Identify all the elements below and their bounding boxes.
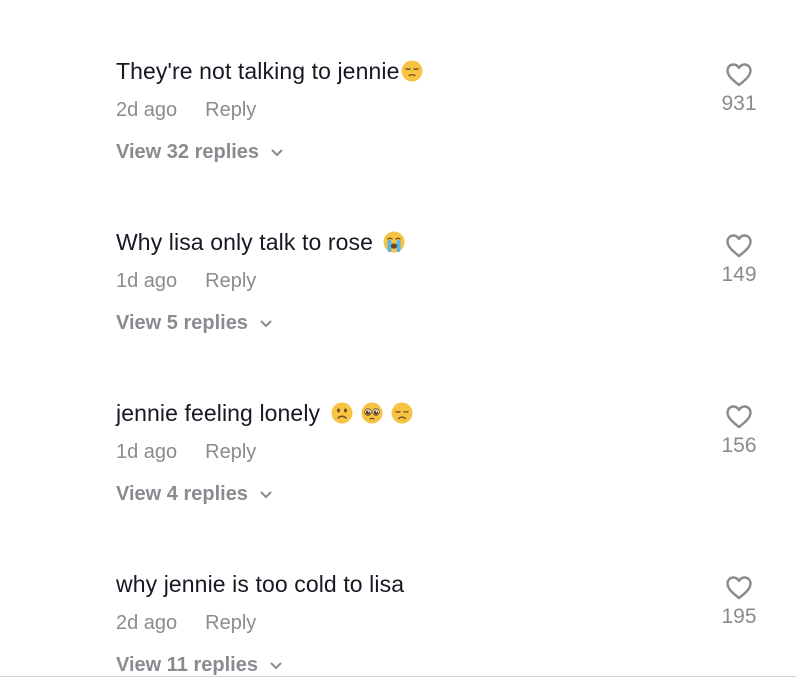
comment-item: why jennie is too cold to lisa 2d ago Rep… <box>0 513 796 676</box>
bottom-divider <box>0 676 796 677</box>
view-replies-label: View 5 replies <box>116 312 248 334</box>
chevron-down-icon <box>258 312 274 328</box>
comment-text: why jennie is too cold to lisa <box>116 568 404 600</box>
comment-timestamp: 2d ago <box>116 99 178 121</box>
reply-button[interactable]: Reply <box>205 438 256 466</box>
reply-button[interactable]: Reply <box>205 96 256 124</box>
reply-button[interactable]: Reply <box>205 267 256 295</box>
view-replies-button[interactable]: View 32 replies <box>116 138 285 166</box>
comment-body: Why lisa only talk to rose <box>116 229 380 255</box>
comment-item: Why lisa only talk to rose 1d ago Reply V… <box>0 171 796 342</box>
comment-timestamp: 1d ago <box>116 441 178 463</box>
like-count: 149 <box>721 263 757 286</box>
like-control: 156 <box>712 402 766 460</box>
view-replies-button[interactable]: View 4 replies <box>116 480 274 508</box>
chevron-down-icon <box>269 141 285 157</box>
like-control: 931 <box>712 60 766 118</box>
like-count: 931 <box>721 92 757 115</box>
like-control: 195 <box>712 573 766 631</box>
reply-button[interactable]: Reply <box>205 609 256 637</box>
heart-icon[interactable] <box>724 573 754 603</box>
comment-timestamp: 2d ago <box>116 612 178 634</box>
heart-icon[interactable] <box>724 231 754 261</box>
comment-text: They're not talking to jennie <box>116 55 423 87</box>
view-replies-label: View 11 replies <box>116 654 258 676</box>
comment-item: jennie feeling lonely 1d ago Reply View … <box>0 342 796 513</box>
pleading-face-emoji-icon <box>361 402 383 424</box>
view-replies-button[interactable]: View 5 replies <box>116 309 274 337</box>
view-replies-button[interactable]: View 11 replies <box>116 651 284 676</box>
comment-text: jennie feeling lonely <box>116 397 413 429</box>
comment-meta: 1d ago Reply <box>116 267 256 295</box>
comment-body: why jennie is too cold to lisa <box>116 571 405 597</box>
like-count: 156 <box>721 434 757 457</box>
chevron-down-icon <box>268 654 284 670</box>
loudly-crying-face-emoji-icon <box>383 231 405 253</box>
heart-icon[interactable] <box>724 402 754 432</box>
comment-list: They're not talking to jennie 2d ago Repl… <box>0 0 796 676</box>
comment-meta: 1d ago Reply <box>116 438 256 466</box>
view-replies-label: View 32 replies <box>116 141 260 163</box>
comment-body: They're not talking to jennie <box>116 58 400 84</box>
comment-meta: 2d ago Reply <box>116 96 256 124</box>
comment-item: They're not talking to jennie 2d ago Repl… <box>0 0 796 171</box>
slightly-frowning-face-emoji-icon <box>331 402 353 424</box>
like-count: 195 <box>721 605 757 628</box>
heart-icon[interactable] <box>724 60 754 90</box>
comment-body: jennie feeling lonely <box>116 400 327 426</box>
comment-timestamp: 1d ago <box>116 270 178 292</box>
comment-meta: 2d ago Reply <box>116 609 256 637</box>
like-control: 149 <box>712 231 766 289</box>
comment-text: Why lisa only talk to rose <box>116 226 405 258</box>
view-replies-label: View 4 replies <box>116 483 248 505</box>
chevron-down-icon <box>258 483 274 499</box>
pensive-face-emoji-icon <box>401 60 423 82</box>
disappointed-face-emoji-icon <box>391 402 413 424</box>
